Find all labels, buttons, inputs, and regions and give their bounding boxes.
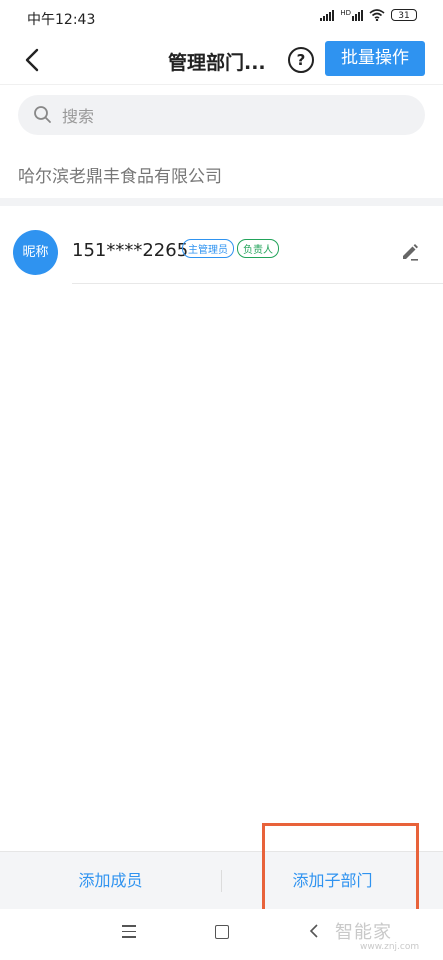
back-arrow-icon[interactable] — [22, 46, 44, 74]
status-bar: 中午12:43 HD 31 — [0, 0, 443, 36]
highlight-box — [262, 823, 419, 917]
search-bar[interactable] — [18, 95, 425, 137]
system-back-icon[interactable] — [308, 923, 320, 939]
status-icons: HD 31 — [320, 9, 417, 21]
watermark-brand: 智能家 — [335, 922, 392, 943]
avatar: 昵称 — [13, 230, 58, 275]
page-title: 管理部门... — [168, 52, 266, 74]
signal-icon — [320, 9, 335, 21]
search-input[interactable] — [60, 95, 404, 137]
company-name: 哈尔滨老鼎丰食品有限公司 — [18, 167, 222, 187]
help-icon[interactable]: ? — [288, 47, 314, 73]
home-icon[interactable] — [215, 925, 229, 939]
member-name: 151****2265 — [72, 240, 189, 261]
nav-bar: 管理部门... ? 批量操作 — [0, 36, 443, 85]
member-badges: 主管理员 负责人 — [182, 239, 279, 258]
section-divider — [0, 198, 443, 206]
wifi-icon — [369, 9, 385, 21]
status-time: 中午12:43 — [27, 12, 96, 28]
batch-operation-button[interactable]: 批量操作 — [325, 41, 425, 76]
menu-icon[interactable] — [122, 925, 136, 942]
badge-person-in-charge: 负责人 — [237, 239, 279, 258]
row-divider — [72, 283, 443, 284]
search-icon — [34, 106, 51, 123]
signal-hd-icon: HD — [340, 9, 363, 21]
member-row[interactable]: 昵称 151****2265 主管理员 负责人 — [0, 206, 443, 284]
badge-main-admin: 主管理员 — [182, 239, 234, 258]
edit-pencil-icon[interactable] — [400, 242, 420, 262]
add-member-button[interactable]: 添加成员 — [0, 852, 221, 910]
watermark-url: www.znj.com — [360, 942, 420, 952]
battery-icon: 31 — [391, 9, 417, 21]
